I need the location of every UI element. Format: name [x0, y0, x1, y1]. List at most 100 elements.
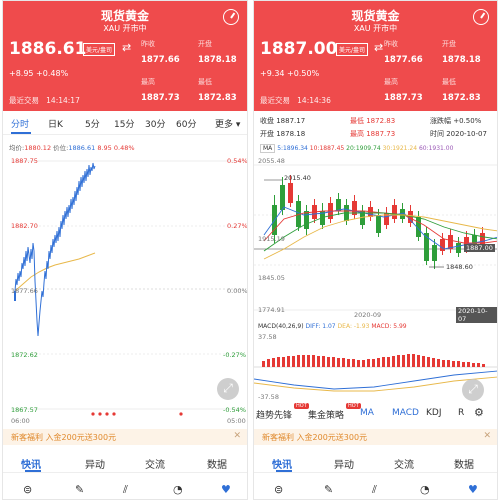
ma-tag: MA	[260, 144, 276, 153]
macd-dea: DEA: -1.93	[337, 323, 370, 330]
macd-y-top: 37.58	[258, 333, 277, 341]
y-label-mid: 1877.66	[11, 287, 38, 295]
last-price: 1887.00	[260, 39, 338, 59]
stat-low-wrap: 最低 1872.83	[350, 116, 395, 126]
promo-text: 新客福利 入金200元送300元	[262, 433, 368, 442]
open-value: 1878.18	[442, 55, 481, 65]
favorite-icon[interactable]: ♥	[221, 483, 231, 496]
macd-y-bottom: -37.58	[258, 393, 279, 401]
swap-icon[interactable]: ⇄	[122, 41, 131, 54]
macd-legend: MACD(40,26,9) DIFF: 1.07 DEA: -1.93 MACD…	[258, 323, 407, 330]
quote-header: 现货黄金 XAU 开市中 1886.61 美元/盎司 ⇄ +8.95 +0.48…	[3, 1, 247, 111]
fullscreen-button[interactable]	[217, 378, 239, 400]
tab-daily-k[interactable]: 日K	[48, 117, 63, 130]
last-price: 1886.61	[9, 39, 87, 59]
last-trade: 最近交易 14:14:17	[9, 95, 80, 106]
pct-label-mid: 0.00%	[227, 287, 248, 295]
trade-icon[interactable]: ⊜	[23, 483, 32, 496]
instrument-title: 现货黄金	[351, 9, 400, 23]
content-tabs: 快讯 异动 交流 数据	[254, 453, 497, 473]
tab-macd[interactable]: MACD	[392, 408, 419, 418]
promo-banner[interactable]: 新客福利 入金200元送300元 ✕	[3, 429, 247, 445]
tab-r[interactable]: R	[458, 408, 464, 418]
unit-toggle[interactable]: 美元/盎司	[83, 43, 116, 56]
favorite-icon[interactable]: ♥	[468, 483, 478, 496]
high-label: 最高	[141, 78, 155, 86]
open-label: 开盘	[442, 40, 456, 48]
action-bar: ⊜ ✎ ⫽ ◔ ♥	[3, 481, 247, 499]
ma20-value: 20:1909.74	[346, 145, 381, 152]
tab-60min[interactable]: 60分	[176, 117, 196, 130]
swap-icon[interactable]: ⇄	[374, 41, 383, 54]
y-label-upper: 1882.70	[11, 222, 38, 230]
kline-y-bottom: 1774.91	[258, 306, 285, 314]
ma30-value: 30:1921.24	[382, 145, 418, 152]
pct-label-bottom: -0.54%	[223, 406, 246, 414]
low-label: 最低	[442, 78, 456, 86]
low-label: 最低	[198, 78, 212, 86]
chart-tool-icon[interactable]: ⫽	[123, 483, 128, 497]
fullscreen-button[interactable]	[462, 379, 484, 401]
tab-movers[interactable]: 异动	[85, 456, 105, 471]
stat-close: 收盘 1887.17	[260, 117, 306, 125]
tab-trend-pioneer[interactable]: 趋势先锋	[256, 408, 292, 421]
promo-banner[interactable]: 新客福利 入金200元送300元 ✕	[254, 429, 497, 445]
alarm-icon[interactable]: ◔	[173, 483, 183, 496]
last-trade-label: 最近交易	[260, 96, 290, 105]
y-label-top: 1887.75	[11, 157, 38, 165]
intraday-chart[interactable]	[3, 151, 248, 421]
menu-icon[interactable]	[223, 9, 239, 25]
stat-low: 最低 1872.83	[350, 117, 396, 125]
tab-data[interactable]: 数据	[454, 456, 474, 471]
hot-badge: HOT	[346, 403, 361, 409]
pct-label-upper: 0.27%	[227, 222, 248, 230]
tab-intraday[interactable]: 分时	[11, 117, 29, 130]
time-label-start: 06:00	[11, 417, 30, 425]
menu-icon[interactable]	[473, 9, 489, 25]
price-change: +8.95 +0.48%	[9, 69, 69, 78]
tab-ma[interactable]: MA	[360, 408, 374, 418]
prev-close-label: 昨收	[384, 40, 398, 48]
left-screen: 现货黄金 XAU 开市中 1886.61 美元/盎司 ⇄ +8.95 +0.48…	[2, 0, 248, 500]
alarm-icon[interactable]: ◔	[420, 483, 430, 496]
last-trade-label: 最近交易	[9, 96, 39, 105]
y-label-lower: 1872.62	[11, 351, 38, 359]
candles	[272, 175, 485, 269]
ma-legend: MA 5:1896.34 10:1887.45 20:1909.74 30:19…	[260, 144, 454, 153]
trade-icon[interactable]: ⊜	[274, 483, 283, 496]
tab-5min[interactable]: 5分	[85, 117, 100, 130]
content-tabs: 快讯 异动 交流 数据	[3, 453, 247, 473]
stat-high: 最高 1887.73	[350, 130, 396, 138]
tab-community[interactable]: 交流	[394, 456, 414, 471]
pencil-icon[interactable]: ✎	[324, 483, 333, 496]
low-value: 1872.83	[442, 93, 481, 103]
chart-tool-icon[interactable]: ⫽	[372, 483, 377, 497]
tab-gold-strategy[interactable]: 集金策略	[308, 408, 344, 421]
close-icon[interactable]: ✕	[483, 431, 491, 441]
tab-kdj[interactable]: KDJ	[426, 408, 442, 418]
settings-gear-icon[interactable]: ⚙	[474, 406, 484, 419]
tab-movers[interactable]: 异动	[334, 456, 354, 471]
price-change: +9.34 +0.50%	[260, 69, 320, 78]
macd-tag: MACD(40,26,9)	[258, 323, 304, 330]
tab-15min[interactable]: 15分	[114, 117, 134, 130]
tab-data[interactable]: 数据	[207, 456, 227, 471]
tab-more[interactable]: 更多 ▾	[215, 117, 240, 130]
action-bar: ⊜ ✎ ⫽ ◔ ♥	[254, 481, 497, 499]
unit-toggle[interactable]: 美元/盎司	[336, 43, 369, 56]
tab-news-flash[interactable]: 快讯	[21, 456, 41, 471]
date-end-tag: 2020-10-07	[456, 307, 497, 323]
ma60-value: 60:1931.00	[418, 145, 454, 152]
date-mid: 2020-09	[354, 311, 382, 319]
pencil-icon[interactable]: ✎	[75, 483, 84, 496]
tab-community[interactable]: 交流	[145, 456, 165, 471]
last-trade: 最近交易 14:14:36	[260, 95, 331, 106]
tab-news-flash[interactable]: 快讯	[272, 456, 292, 471]
ma10-value: 10:1887.45	[309, 145, 345, 152]
annotation-high: 2015.40	[284, 174, 311, 182]
open-value: 1878.18	[198, 55, 237, 65]
tab-30min[interactable]: 30分	[145, 117, 165, 130]
close-icon[interactable]: ✕	[233, 431, 241, 441]
high-value: 1887.73	[141, 93, 180, 103]
market-status: XAU 开市中	[103, 24, 147, 33]
